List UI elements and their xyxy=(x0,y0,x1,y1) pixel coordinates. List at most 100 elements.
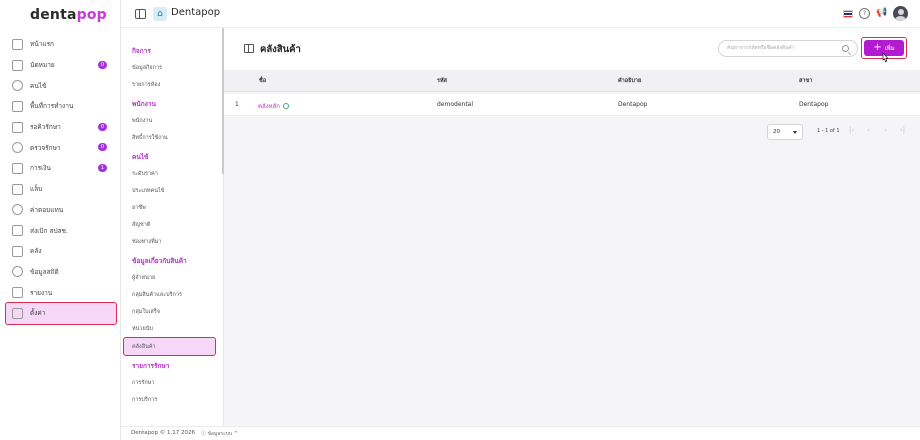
subnav-section-title: พนักงาน xyxy=(132,99,156,108)
clinic-name: Dentapop xyxy=(171,7,221,18)
search-box[interactable] xyxy=(718,40,858,57)
sidebar-item-7[interactable]: แล็บ xyxy=(0,179,121,200)
warehouse-icon xyxy=(12,245,23,257)
subnav-item[interactable]: ระดับราคา xyxy=(121,165,221,182)
sidebar-item-1[interactable]: นัดหมาย 0 xyxy=(0,55,121,76)
footer-copyright: Dentapop © 1.17 2026 xyxy=(131,430,195,436)
sidebar-item-13[interactable]: ตั้งค่า xyxy=(5,301,117,325)
prev-page-button[interactable]: ‹ xyxy=(867,126,870,134)
clinic-home-icon: ⌂ xyxy=(153,7,167,21)
sidebar-item-5[interactable]: ตรวจรักษา 0 xyxy=(0,137,121,158)
app-logo[interactable]: dentapop xyxy=(30,7,107,23)
queue-icon xyxy=(12,121,23,133)
sidebar-item-3[interactable]: พื้นที่การทำงาน xyxy=(0,96,121,117)
user-avatar[interactable] xyxy=(893,6,908,21)
search-icon[interactable] xyxy=(842,45,849,52)
sidebar-item-8[interactable]: ค่าตอบแทน xyxy=(0,200,121,221)
footer: Dentapop © 1.17 2026 ⓘ ข้อมูลระบบ ^ xyxy=(121,426,920,440)
sidebar-item-0[interactable]: หน้าแรก xyxy=(0,34,121,55)
subnav-item[interactable]: คลังสินค้า xyxy=(123,337,216,356)
subnav-item[interactable]: การรักษา xyxy=(121,374,221,391)
sidebar-item-label: ส่งเบิก สปสช. xyxy=(30,226,69,235)
sidebar-item-label: ข้อมูลสถิติ xyxy=(30,267,59,276)
search-input[interactable] xyxy=(727,45,839,51)
sidebar-item-label: ตรวจรักษา xyxy=(30,143,61,152)
subnav-item[interactable]: รายการห้อง xyxy=(121,76,221,93)
chevron-down-icon xyxy=(793,131,797,134)
sidebar-item-label: คนไข้ xyxy=(30,81,47,90)
count-badge: 0 xyxy=(98,122,107,131)
subnav-section-title: รายการรักษา xyxy=(132,361,170,370)
warehouse-table: ชื่อ รหัส คำอธิบาย สาขา 1 คลังหลัก demod… xyxy=(224,70,920,116)
sidebar-item-label: รอคิวรักษา xyxy=(30,123,61,132)
table-row[interactable]: 1 คลังหลัก demodental Dentapop Dentapop xyxy=(224,94,920,116)
column-header-description[interactable]: คำอธิบาย xyxy=(618,77,641,85)
page-size-select[interactable]: 20 xyxy=(767,124,803,140)
finance-icon xyxy=(12,162,23,174)
stats-icon xyxy=(12,266,23,278)
subnav-section-title: คนไข้ xyxy=(132,152,149,161)
sidebar-item-label: ค่าตอบแทน xyxy=(30,205,64,214)
first-page-button[interactable]: |‹ xyxy=(849,126,854,134)
page-title: คลังสินค้า xyxy=(260,44,301,55)
workspace-icon xyxy=(12,100,23,112)
subnav-item[interactable]: สิทธิ์การใช้งาน xyxy=(121,129,221,146)
claim-icon xyxy=(12,225,23,237)
subnav-item[interactable]: การบริการ xyxy=(121,391,221,408)
count-badge: 1 xyxy=(98,164,107,173)
subnav-item[interactable]: ผู้จำหน่าย xyxy=(121,269,221,286)
sidebar-item-label: พื้นที่การทำงาน xyxy=(30,102,74,111)
home-icon xyxy=(12,38,23,50)
sidebar-item-label: แล็บ xyxy=(30,185,43,194)
next-page-button[interactable]: › xyxy=(884,126,887,134)
mouse-cursor-icon xyxy=(882,52,889,62)
warehouse-page-icon xyxy=(244,44,254,53)
settings-subnav: กิจการ ข้อมูลกิจการ รายการห้อง พนักงาน พนักง… xyxy=(121,0,224,440)
subnav-section-title: กิจการ xyxy=(132,46,151,55)
count-badge: 0 xyxy=(98,60,107,69)
sidebar-item-10[interactable]: คลัง xyxy=(0,241,121,262)
table-header: ชื่อ รหัส คำอธิบาย สาขา xyxy=(224,70,920,92)
column-header-code[interactable]: รหัส xyxy=(437,77,447,85)
sidebar-item-4[interactable]: รอคิวรักษา 0 xyxy=(0,117,121,138)
settings-subnav-list: กิจการ ข้อมูลกิจการ รายการห้อง พนักงาน พนักง… xyxy=(121,40,221,408)
top-bar: ⌂ Dentapop ? 📢 xyxy=(121,0,920,28)
info-icon[interactable] xyxy=(282,103,289,109)
sidebar-item-label: หน้าแรก xyxy=(30,40,54,49)
warehouse-branch: Dentapop xyxy=(799,101,829,108)
column-header-name[interactable]: ชื่อ xyxy=(259,77,266,85)
warehouse-description: Dentapop xyxy=(618,101,648,108)
subnav-item[interactable]: ประเภทคนไข้ xyxy=(121,182,221,199)
lab-icon xyxy=(12,183,23,195)
megaphone-icon[interactable]: 📢 xyxy=(876,8,887,19)
main-sidebar: dentapop หน้าแรกนัดหมาย 0 คนไข้พื้นที่การท… xyxy=(0,0,121,440)
sidebar-item-9[interactable]: ส่งเบิก สปสช. xyxy=(0,220,121,241)
count-badge: 0 xyxy=(98,143,107,152)
row-index: 1 xyxy=(235,101,239,108)
subnav-item[interactable]: สัญชาติ xyxy=(121,216,221,233)
help-icon[interactable]: ? xyxy=(859,8,870,19)
last-page-button[interactable]: ›| xyxy=(900,126,905,134)
warehouse-name-link[interactable]: คลังหลัก xyxy=(258,101,289,111)
thai-flag-icon[interactable] xyxy=(843,9,853,18)
subnav-item[interactable]: อาชีพ xyxy=(121,199,221,216)
sidebar-item-12[interactable]: รายงาน xyxy=(0,282,121,303)
sidebar-item-label: นัดหมาย xyxy=(30,61,55,70)
system-info-link[interactable]: ⓘ ข้อมูลระบบ ^ xyxy=(201,430,238,438)
column-header-branch[interactable]: สาขา xyxy=(799,77,812,85)
subnav-item[interactable]: กลุ่มสินค้าและบริการ xyxy=(121,286,221,303)
subnav-item[interactable]: ข้อมูลกิจการ xyxy=(121,59,221,76)
sidebar-item-2[interactable]: คนไข้ xyxy=(0,75,121,96)
subnav-item[interactable]: กลุ่มใบเสร็จ xyxy=(121,303,221,320)
subnav-item[interactable]: ช่องทางที่มา xyxy=(121,233,221,250)
sidebar-toggle-icon[interactable] xyxy=(135,9,146,19)
warehouse-code: demodental xyxy=(437,101,474,108)
subnav-item[interactable]: หน่วยนับ xyxy=(121,320,221,337)
sidebar-item-label: ตั้งค่า xyxy=(30,309,46,318)
sidebar-item-6[interactable]: การเงิน 1 xyxy=(0,158,121,179)
subnav-item[interactable]: พนักงาน xyxy=(121,112,221,129)
treatment-icon xyxy=(12,142,23,154)
gear-icon xyxy=(12,307,23,319)
sidebar-item-label: รายงาน xyxy=(30,288,53,297)
sidebar-item-11[interactable]: ข้อมูลสถิติ xyxy=(0,262,121,283)
